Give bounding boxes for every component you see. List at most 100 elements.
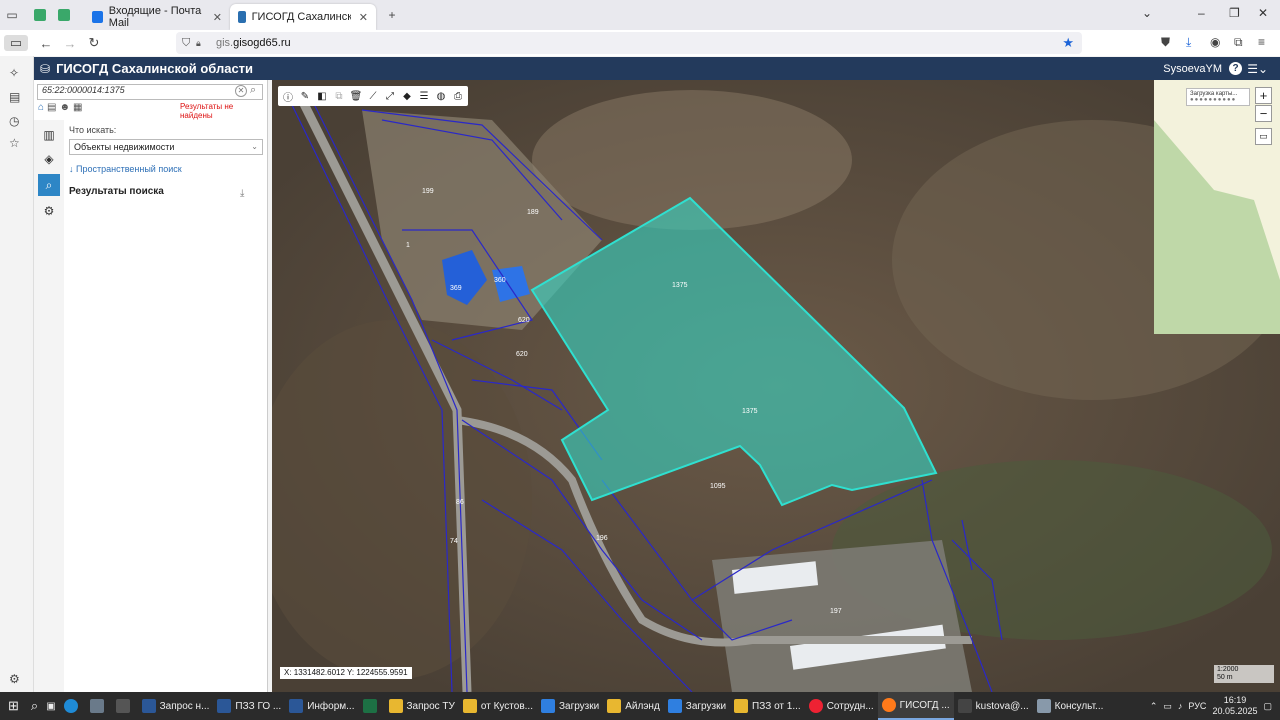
taskbar-item-firefox[interactable]: ГИСОГД ...	[877, 692, 954, 720]
globe-icon[interactable]: ◍	[434, 91, 448, 102]
library-icon[interactable]: ▥	[38, 124, 60, 146]
account-icon[interactable]: ◉	[1210, 35, 1220, 49]
cadastral-search-input[interactable]: 65:22:0000014:1375	[37, 84, 263, 100]
print-icon[interactable]: ⎙	[451, 91, 465, 102]
not-found-message: Результаты не найдены	[180, 102, 234, 120]
excel-icon[interactable]	[359, 692, 385, 720]
clear-search-icon[interactable]: ✕	[235, 85, 247, 97]
object-type-select[interactable]: Объекты недвижимости ⌄	[69, 139, 263, 155]
tab-gisogd[interactable]: ГИСОГД Сахалинской области ✕	[230, 4, 376, 30]
url-bar[interactable]: ⛉ 🔒︎ gis. gisogd65.ru ★	[176, 32, 1082, 54]
camera-icon[interactable]	[112, 692, 138, 720]
parcel-label: 197	[830, 608, 842, 615]
help-icon[interactable]: ?	[1229, 62, 1242, 75]
scale-distance: 50 m	[1217, 674, 1233, 681]
minimize-icon[interactable]: –	[1198, 6, 1205, 20]
list-icon[interactable]: ☰	[417, 91, 431, 102]
taskbar-label: Запрос н...	[159, 700, 210, 712]
language-indicator[interactable]: РУС	[1188, 701, 1206, 711]
select-objects-icon[interactable]: ◧	[315, 91, 329, 102]
bookmark-star-icon[interactable]: ★	[1062, 35, 1074, 51]
parcel-label: 86	[456, 499, 464, 506]
layers-icon[interactable]: ◈	[38, 148, 60, 170]
start-button[interactable]: ⊞	[0, 692, 27, 720]
bookmarks-icon[interactable]: ☆	[9, 136, 20, 150]
building-icon[interactable]: ▦	[73, 102, 82, 113]
copy-icon[interactable]: ⧉	[332, 91, 346, 102]
tools-icon[interactable]: ⚙	[38, 200, 60, 222]
taskbar-item-downloads[interactable]: Загрузки	[664, 692, 730, 720]
info-icon[interactable]: ⓘ	[281, 89, 295, 104]
hamburger-menu-icon[interactable]: ☰⌄	[1247, 62, 1268, 76]
taskbar-item-word[interactable]: Запрос н...	[138, 692, 214, 720]
close-icon[interactable]: ✕	[359, 11, 368, 24]
scale-ratio: 1:2000	[1217, 666, 1239, 673]
taskbar-item-folder[interactable]: Запрос ТУ	[385, 692, 459, 720]
sidebar-settings-icon[interactable]: ⚙	[9, 672, 20, 686]
measure-icon[interactable]: ⟋	[366, 91, 380, 102]
downloads-icon[interactable]: ⤓	[1186, 35, 1191, 50]
history-icon[interactable]: ◷	[9, 114, 19, 128]
taskbar-item-downloads[interactable]: Загрузки	[537, 692, 603, 720]
panel-toolbar: ▥ ◈ ⌕ ⚙	[34, 120, 64, 692]
search-icon[interactable]: ⌕	[250, 84, 256, 97]
taskbar-label: ГИСОГД ...	[899, 699, 950, 711]
person-icon[interactable]: ☻	[60, 102, 71, 113]
taskbar-item-word[interactable]: ПЗЗ ГО ...	[213, 692, 285, 720]
close-window-icon[interactable]: ✕	[1258, 6, 1268, 20]
menu-icon[interactable]: ≡	[1258, 35, 1265, 49]
task-view-icon[interactable]: ▣	[42, 692, 59, 720]
delete-icon[interactable]: 🗑︎	[349, 91, 363, 102]
spatial-search-link[interactable]: ↓ Пространственный поиск	[69, 164, 182, 174]
search-tool-icon[interactable]: ⌕	[38, 174, 60, 196]
user-name[interactable]: SysoevaYM	[1163, 63, 1222, 75]
cursor-coordinates: X: 1331482.6012 Y: 1224555.9591	[280, 667, 412, 679]
taskbar-item-word[interactable]: Информ...	[285, 692, 358, 720]
parcel-label: 1375	[672, 282, 688, 289]
close-icon[interactable]: ✕	[213, 11, 222, 24]
extensions-icon[interactable]: ⧉	[1234, 35, 1243, 50]
edge-icon[interactable]	[60, 692, 86, 720]
taskbar-item-folder[interactable]: ПЗЗ от 1...	[730, 692, 805, 720]
extent-icon[interactable]: ⤢	[383, 91, 397, 102]
taskbar-item-yandex[interactable]: Сотрудн...	[805, 692, 878, 720]
ai-icon[interactable]: ✧	[9, 66, 19, 80]
notifications-icon[interactable]: ▢	[1263, 701, 1272, 712]
taskbar-item-consultant[interactable]: Консульт...	[1033, 692, 1108, 720]
restore-icon[interactable]: ❐	[1229, 6, 1240, 20]
object-type-value: Объекты недвижимости	[74, 142, 175, 152]
search-taskbar-icon[interactable]: ⌕	[27, 692, 42, 720]
back-icon[interactable]: ←	[34, 36, 58, 51]
document-icon[interactable]: ▤	[47, 102, 56, 113]
download-icon[interactable]: ⤓	[240, 188, 244, 199]
tray-chevron-icon[interactable]: ⌃	[1150, 701, 1158, 712]
sidebar-toggle-icon[interactable]: ▭	[4, 35, 28, 51]
tab-overflow-icon[interactable]: ⌄	[1142, 6, 1152, 20]
taskbar-item-mail[interactable]: kustova@...	[954, 692, 1033, 720]
parcel-label: 189	[527, 209, 539, 216]
aerial-map: 199 189 369 360 1375 1375 620 620 1095 1…	[272, 80, 1280, 692]
reload-icon[interactable]: ↻	[82, 35, 106, 51]
volume-icon[interactable]: ♪	[1178, 701, 1183, 711]
measure-ruler-button[interactable]: ▭	[1255, 128, 1272, 145]
new-tab-icon[interactable]: +	[380, 3, 404, 27]
zoom-in-button[interactable]: +	[1255, 87, 1272, 104]
map-view[interactable]: 199 189 369 360 1375 1375 620 620 1095 1…	[272, 80, 1280, 692]
taskbar-item-folder[interactable]: Айлэнд	[603, 692, 664, 720]
home-icon[interactable]: ⌂	[38, 102, 44, 113]
zoom-out-button[interactable]: −	[1255, 105, 1272, 122]
tab-mail[interactable]: Входящие - Почта Mail ✕	[84, 4, 230, 30]
clock[interactable]: 16:19 20.05.2025	[1212, 695, 1257, 717]
shield-icon: ⛉	[182, 36, 191, 49]
layers-stack-icon[interactable]: ◆	[400, 91, 414, 102]
pocket-icon[interactable]: ⛊	[1161, 35, 1170, 50]
network-icon[interactable]: ▭	[1163, 701, 1172, 712]
taskbar-item-folder[interactable]: от Кустов...	[459, 692, 537, 720]
forward-icon[interactable]: →	[58, 36, 82, 51]
pinned-tab-icon[interactable]	[28, 3, 52, 27]
pinned-tab-icon-2[interactable]	[52, 3, 76, 27]
tab-list-icon[interactable]: ▭	[0, 3, 24, 27]
synced-tabs-icon[interactable]: ▤	[9, 90, 20, 104]
edit-icon[interactable]: ✎	[298, 91, 312, 102]
calculator-icon[interactable]	[86, 692, 112, 720]
